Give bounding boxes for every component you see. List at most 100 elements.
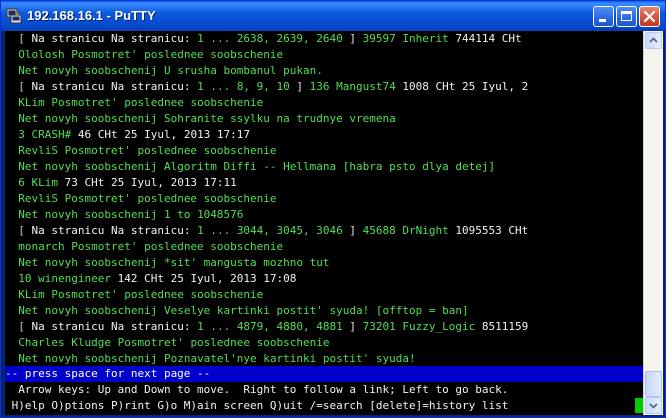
- terminal-text: Posmotret' poslednee soobschenie: [44, 288, 264, 301]
- terminal-text: Posmotret' poslednee soobschenie: [110, 336, 330, 349]
- terminal-text: 1 ... 2638, 2639, 2640: [197, 32, 343, 45]
- vertical-scrollbar[interactable]: [643, 31, 663, 415]
- terminal-text: Na stranicu: [31, 32, 105, 45]
- terminal-text: Na stranicu Na stranicu:: [31, 80, 198, 93]
- terminal-text: *sit' mangusta mozhno tut: [157, 256, 330, 269]
- terminal-line: [ Na stranicu Na stranicu: 1 ... 4879, 4…: [5, 319, 528, 335]
- terminal-line: RevliS Posmotret' poslednee soobschenie: [5, 143, 277, 159]
- terminal-text: Posmotret' poslednee soobschenie: [64, 48, 284, 61]
- terminal-screen[interactable]: [ Na stranicu Na stranicu: 1 ... 2638, 2…: [5, 31, 643, 415]
- terminal-text: Net novyh soobschenij: [5, 160, 158, 173]
- scroll-down-button[interactable]: [645, 397, 662, 414]
- maximize-icon: [621, 11, 632, 21]
- terminal-line: Ololosh Posmotret' poslednee soobschenie: [5, 47, 283, 63]
- terminal-text: ]: [342, 320, 363, 333]
- terminal-text: 136 Mangust74: [309, 80, 396, 93]
- terminal-text: Posmotret' poslednee soobschenie: [57, 192, 277, 205]
- chevron-up-icon: [649, 37, 658, 43]
- terminal-text: 39597 Inherit: [362, 32, 449, 45]
- terminal-text: 1008 CHt 25 Iyul, 2: [395, 80, 529, 93]
- terminal-text: ]: [342, 32, 363, 45]
- terminal-text: 142 CHt 25 Iyul, 2013 17:08: [110, 272, 297, 285]
- terminal-text: Na stranicu:: [104, 32, 198, 45]
- scroll-thumb[interactable]: [645, 371, 662, 397]
- terminal-line: Charles Kludge Posmotret' poslednee soob…: [5, 335, 330, 351]
- terminal-text: Net novyh soobschenij: [5, 112, 158, 125]
- terminal-line: 6 KLim 73 CHt 25 Iyul, 2013 17:11: [5, 175, 237, 191]
- terminal-text: Net novyh soobschenij: [5, 256, 158, 269]
- terminal-line: [ Na stranicu Na stranicu: 1 ... 3044, 3…: [5, 223, 528, 239]
- terminal-line: [ Na stranicu Na stranicu: 1 ... 2638, 2…: [5, 31, 522, 47]
- terminal-cursor: [635, 398, 643, 413]
- terminal-text: Posmotret' poslednee soobschenie: [44, 96, 264, 109]
- terminal-text: 73 CHt 25 Iyul, 2013 17:11: [57, 176, 237, 189]
- terminal-line: 3 CRASH# 46 CHt 25 Iyul, 2013 17:17: [5, 127, 250, 143]
- putty-icon[interactable]: [6, 8, 22, 24]
- terminal-text: U srusha bombanul pukan.: [157, 64, 323, 77]
- terminal-text: Poznavatel'nye kartinki postit' syuda!: [157, 352, 416, 365]
- terminal-text: Posmotret' poslednee soobschenie: [64, 240, 284, 253]
- terminal-text: 1 to 1048576: [157, 208, 244, 221]
- close-icon: [643, 10, 656, 23]
- terminal-line: KLim Posmotret' poslednee soobschenie: [5, 95, 263, 111]
- terminal-text: Charles Kludge: [5, 336, 111, 349]
- minimize-icon: [599, 19, 606, 22]
- scroll-up-button[interactable]: [645, 32, 662, 49]
- terminal-text: [: [5, 224, 32, 237]
- terminal-text: 3 CRASH#: [5, 128, 72, 141]
- help-line-commands: H)elp O)ptions P)rint G)o M)ain screen Q…: [5, 399, 509, 412]
- terminal-text: Sohranite ssylku na trudnye vremena: [157, 112, 396, 125]
- terminal-line: monarch Posmotret' poslednee soobschenie: [5, 239, 283, 255]
- terminal-text: Net novyh soobschenij: [5, 304, 158, 317]
- chevron-down-icon: [649, 403, 658, 409]
- maximize-button[interactable]: [616, 6, 637, 27]
- terminal-line: [ Na stranicu Na stranicu: 1 ... 8, 9, 1…: [5, 79, 528, 95]
- help-line-navigation: Arrow keys: Up and Down to move. Right t…: [5, 383, 509, 396]
- terminal-text: [: [5, 320, 32, 333]
- terminal-text: 6 KLim: [5, 176, 58, 189]
- terminal-text: Na stranicu Na stranicu:: [31, 224, 198, 237]
- terminal-line: RevliS Posmotret' poslednee soobschenie: [5, 191, 277, 207]
- terminal-line: Net novyh soobschenij *sit' mangusta moz…: [5, 255, 330, 271]
- terminal-line: Net novyh soobschenij Sohranite ssylku n…: [5, 111, 396, 127]
- terminal-text: ]: [289, 80, 310, 93]
- terminal-text: Ololosh: [5, 48, 65, 61]
- terminal-line: Net novyh soobschenij U srusha bombanul …: [5, 63, 323, 79]
- terminal-line: Net novyh soobschenij 1 to 1048576: [5, 207, 243, 223]
- terminal-text: KLim: [5, 288, 45, 301]
- terminal-line: KLim Posmotret' poslednee soobschenie: [5, 287, 263, 303]
- terminal-text: ]: [342, 224, 363, 237]
- terminal-text: Algoritm Diffi -- Hellmana [habra psto d…: [157, 160, 496, 173]
- terminal-text: 8511159: [475, 320, 529, 333]
- terminal-text: 73201 Fuzzy_Logic: [362, 320, 476, 333]
- terminal-line: Net novyh soobschenij Veselye kartinki p…: [5, 303, 469, 319]
- terminal-text: RevliS: [5, 144, 58, 157]
- terminal-text: 1 ... 8, 9, 10: [197, 80, 290, 93]
- window-title: 192.168.16.1 - PuTTY: [27, 8, 156, 23]
- terminal-text: 1 ... 4879, 4880, 4881: [197, 320, 343, 333]
- terminal-line: Net novyh soobschenij Algoritm Diffi -- …: [5, 159, 495, 175]
- terminal-text: KLim: [5, 96, 45, 109]
- terminal-text: Na stranicu Na stranicu:: [31, 320, 198, 333]
- terminal-text: Posmotret' poslednee soobschenie: [57, 144, 277, 157]
- close-button[interactable]: [639, 6, 660, 27]
- status-line: -- press space for next page --: [5, 366, 643, 382]
- terminal-text: Net novyh soobschenij: [5, 208, 158, 221]
- terminal-text: 1095553 CHt: [448, 224, 529, 237]
- terminal-line: Net novyh soobschenij Poznavatel'nye kar…: [5, 351, 416, 367]
- terminal-line: 10 winengineer 142 CHt 25 Iyul, 2013 17:…: [5, 271, 296, 287]
- putty-window: 192.168.16.1 - PuTTY [ Na stranicu Na st…: [0, 0, 666, 418]
- title-bar[interactable]: 192.168.16.1 - PuTTY: [1, 1, 665, 31]
- terminal-text: 10 winengineer: [5, 272, 111, 285]
- terminal-text: monarch: [5, 240, 65, 253]
- terminal-text: [: [5, 32, 32, 45]
- terminal-text: Veselye kartinki postit' syuda! [offtop …: [157, 304, 469, 317]
- terminal-text: 1 ... 3044, 3045, 3046: [197, 224, 343, 237]
- terminal-text: [: [5, 80, 32, 93]
- terminal-text: Net novyh soobschenij: [5, 352, 158, 365]
- minimize-button[interactable]: [593, 6, 614, 27]
- terminal-text: RevliS: [5, 192, 58, 205]
- terminal-text: Net novyh soobschenij: [5, 64, 158, 77]
- terminal-text: 744114 CHt: [448, 32, 522, 45]
- terminal-text: 46 CHt 25 Iyul, 2013 17:17: [71, 128, 251, 141]
